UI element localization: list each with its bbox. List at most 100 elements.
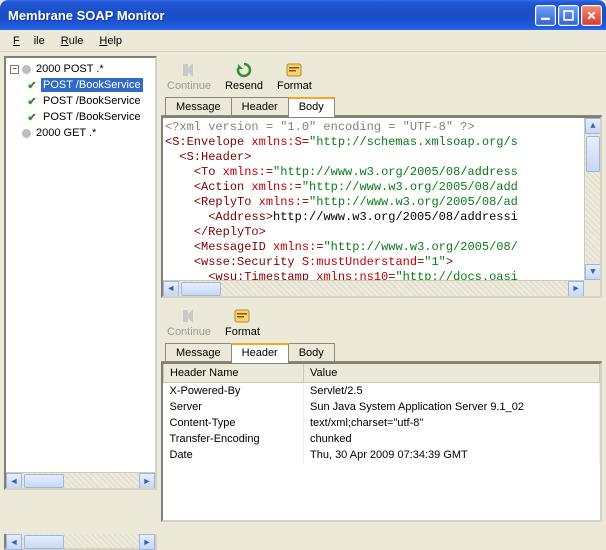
right-panel: Continue Resend Format Message Header Bo…	[161, 56, 602, 542]
header-name-cell: Transfer-Encoding	[164, 431, 304, 447]
scroll-right-icon[interactable]: ►	[568, 281, 584, 297]
check-icon: ✔	[26, 95, 38, 108]
minimize-button[interactable]	[535, 5, 556, 26]
check-icon: ✔	[26, 111, 38, 124]
bullet-icon	[22, 129, 31, 138]
tool-label: Continue	[167, 326, 211, 338]
col-header-name[interactable]: Header Name	[164, 364, 304, 383]
format-button[interactable]: Format	[277, 60, 312, 92]
continue-icon	[179, 306, 199, 326]
tree-label: POST /BookService	[41, 110, 143, 124]
scroll-thumb[interactable]	[181, 282, 221, 296]
header-value-cell: Servlet/2.5	[304, 383, 600, 400]
code-line: <To xmlns:="http://www.w3.org/2005/08/ad…	[165, 165, 598, 180]
tool-label: Format	[225, 326, 260, 338]
response-tabs: Message Header Body	[161, 340, 602, 362]
tool-label: Continue	[167, 80, 211, 92]
header-table[interactable]: Header Name Value X-Powered-ByServlet/2.…	[161, 362, 602, 522]
window-title: Membrane SOAP Monitor	[8, 8, 535, 23]
maximize-button[interactable]	[558, 5, 579, 26]
menu-bar: File Rule Help	[0, 30, 606, 52]
tree-label: POST /BookService	[41, 94, 143, 108]
header-value-cell: Thu, 30 Apr 2009 07:34:39 GMT	[304, 447, 600, 463]
code-line: <wsse:Security S:mustUnderstand="1">	[165, 255, 598, 270]
code-line: <S:Header>	[165, 150, 598, 165]
code-line: <Action xmlns:="http://www.w3.org/2005/0…	[165, 180, 598, 195]
tree-node[interactable]: ✔ POST /BookService	[8, 93, 153, 109]
response-pane: Continue Format Message Header Body	[161, 302, 602, 522]
response-toolbar: Continue Format	[161, 302, 602, 340]
table-header-row: Header Name Value	[164, 364, 600, 383]
header-name-cell: Date	[164, 447, 304, 463]
header-value-cell: Sun Java System Application Server 9.1_0…	[304, 399, 600, 415]
tree-node[interactable]: 2000 GET .*	[8, 125, 153, 141]
header-name-cell: Content-Type	[164, 415, 304, 431]
tab-header[interactable]: Header	[231, 343, 289, 362]
scroll-right-icon[interactable]: ►	[139, 473, 155, 489]
tab-header[interactable]: Header	[231, 97, 289, 116]
tree-node[interactable]: ✔ POST /BookService	[8, 77, 153, 93]
tree-label: POST /BookService	[41, 78, 143, 92]
resend-button[interactable]: Resend	[225, 60, 263, 92]
header-value-cell: text/xml;charset="utf-8"	[304, 415, 600, 431]
scroll-down-icon[interactable]: ▼	[585, 264, 601, 280]
tree-hscrollbar[interactable]: ◄ ►	[6, 472, 155, 488]
table-row[interactable]: Transfer-Encodingchunked	[164, 431, 600, 447]
menu-rule[interactable]: Rule	[54, 32, 91, 50]
scroll-up-icon[interactable]: ▲	[585, 118, 601, 134]
title-bar: Membrane SOAP Monitor	[0, 0, 606, 30]
continue-button[interactable]: Continue	[167, 306, 211, 338]
scroll-corner	[584, 280, 600, 296]
left-outer-hscrollbar[interactable]: ◄ ►	[4, 534, 157, 550]
scroll-left-icon[interactable]: ◄	[6, 534, 22, 550]
tab-message[interactable]: Message	[165, 343, 232, 362]
menu-file[interactable]: File	[6, 32, 52, 50]
format-button[interactable]: Format	[225, 306, 260, 338]
code-line: <S:Envelope xmlns:S="http://schemas.xmls…	[165, 135, 598, 150]
tree-node[interactable]: ✔ POST /BookService	[8, 109, 153, 125]
table-row[interactable]: DateThu, 30 Apr 2009 07:34:39 GMT	[164, 447, 600, 463]
menu-help[interactable]: Help	[92, 32, 129, 50]
tab-body[interactable]: Body	[288, 97, 335, 116]
xml-viewer[interactable]: <?xml version = "1.0" encoding = "UTF-8"…	[161, 116, 602, 298]
table-row[interactable]: ServerSun Java System Application Server…	[164, 399, 600, 415]
tree-label: 2000 GET .*	[34, 126, 98, 140]
window-buttons	[535, 5, 602, 26]
request-toolbar: Continue Resend Format	[161, 56, 602, 94]
code-line: </ReplyTo>	[165, 225, 598, 240]
xml-hscrollbar[interactable]: ◄ ►	[163, 280, 584, 296]
scroll-left-icon[interactable]: ◄	[163, 281, 179, 297]
header-name-cell: Server	[164, 399, 304, 415]
table-row[interactable]: X-Powered-ByServlet/2.5	[164, 383, 600, 400]
tree-label: 2000 POST .*	[34, 62, 106, 76]
tool-label: Format	[277, 80, 312, 92]
header-value-cell: chunked	[304, 431, 600, 447]
format-icon	[232, 306, 252, 326]
request-tabs: Message Header Body	[161, 94, 602, 116]
code-line: <MessageID xmlns:="http://www.w3.org/200…	[165, 240, 598, 255]
scroll-thumb[interactable]	[24, 535, 64, 549]
table-row[interactable]: Content-Typetext/xml;charset="utf-8"	[164, 415, 600, 431]
collapse-icon[interactable]: −	[10, 65, 19, 74]
format-icon	[284, 60, 304, 80]
code-line: <?xml version = "1.0" encoding = "UTF-8"…	[165, 120, 598, 135]
col-header-value[interactable]: Value	[304, 364, 600, 383]
header-name-cell: X-Powered-By	[164, 383, 304, 400]
bullet-icon	[22, 65, 31, 74]
left-panel: − 2000 POST .* ✔ POST /BookService ✔ POS…	[4, 56, 157, 542]
scroll-right-icon[interactable]: ►	[139, 534, 155, 550]
tab-body[interactable]: Body	[288, 343, 335, 362]
code-line: <Address>http://www.w3.org/2005/08/addre…	[165, 210, 598, 225]
scroll-thumb[interactable]	[24, 474, 64, 488]
scroll-left-icon[interactable]: ◄	[6, 473, 22, 489]
rule-tree[interactable]: − 2000 POST .* ✔ POST /BookService ✔ POS…	[4, 56, 157, 490]
code-line: <ReplyTo xmlns:="http://www.w3.org/2005/…	[165, 195, 598, 210]
scroll-thumb[interactable]	[586, 136, 600, 172]
close-button[interactable]	[581, 5, 602, 26]
xml-vscrollbar[interactable]: ▲ ▼	[584, 118, 600, 280]
tab-message[interactable]: Message	[165, 97, 232, 116]
continue-button[interactable]: Continue	[167, 60, 211, 92]
check-icon: ✔	[26, 79, 38, 92]
tree-node[interactable]: − 2000 POST .*	[8, 61, 153, 77]
continue-icon	[179, 60, 199, 80]
